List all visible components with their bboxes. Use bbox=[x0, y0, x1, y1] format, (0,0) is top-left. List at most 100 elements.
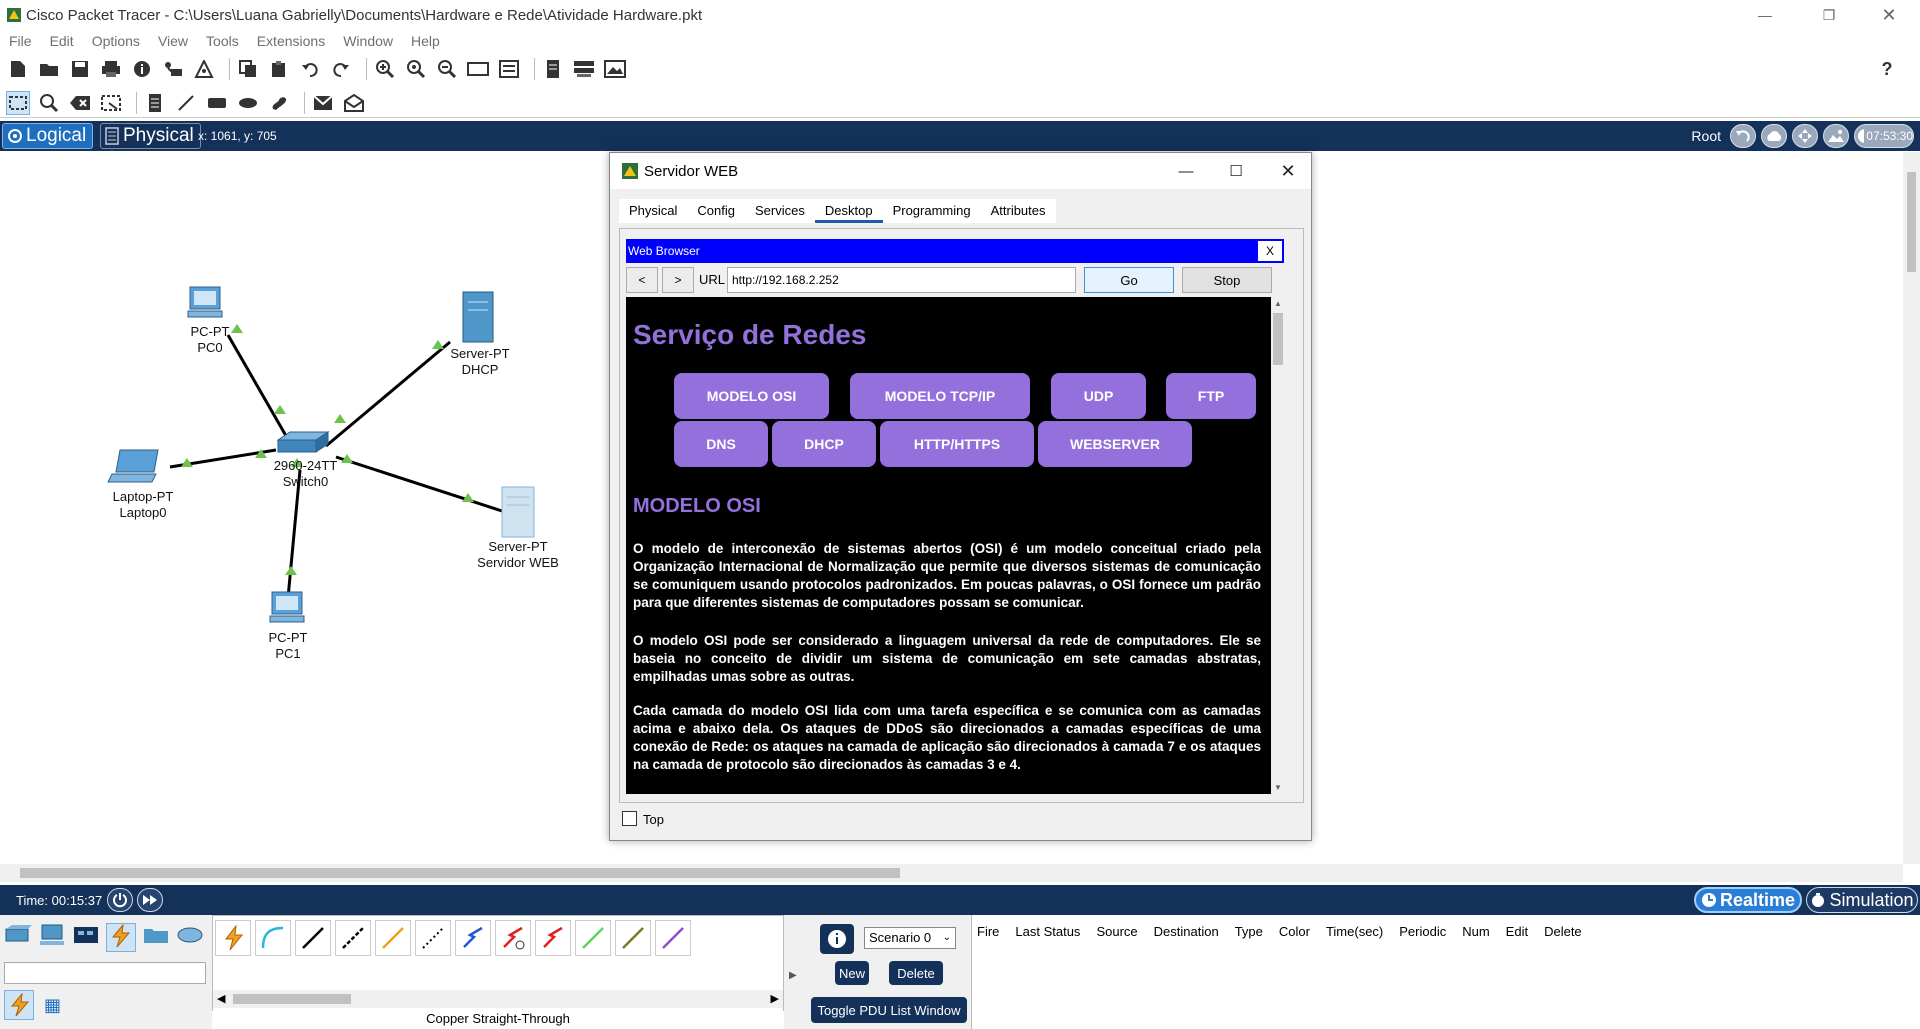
scroll-thumb[interactable] bbox=[20, 868, 900, 878]
menu-view[interactable]: View bbox=[149, 30, 197, 52]
delete-scenario-button[interactable]: Delete bbox=[889, 961, 943, 985]
draw-ellipse-icon[interactable] bbox=[236, 91, 260, 115]
tab-physical-device[interactable]: Physical bbox=[619, 199, 687, 223]
column-header[interactable]: Destination bbox=[1154, 924, 1219, 939]
scroll-thumb[interactable] bbox=[1273, 313, 1283, 365]
fast-forward-icon[interactable] bbox=[137, 888, 163, 912]
copy-icon[interactable] bbox=[236, 57, 260, 81]
new-file-icon[interactable] bbox=[6, 57, 30, 81]
copper-straight-through-icon[interactable] bbox=[295, 920, 331, 956]
menu-file[interactable]: File bbox=[0, 30, 41, 52]
nav-ftp[interactable]: FTP bbox=[1166, 373, 1256, 419]
custom-devices-icon[interactable] bbox=[497, 57, 521, 81]
simulation-mode-button[interactable]: Simulation bbox=[1806, 887, 1918, 913]
miscellaneous-icon[interactable] bbox=[142, 923, 170, 952]
device-manager-icon[interactable] bbox=[572, 57, 596, 81]
undo-icon[interactable] bbox=[298, 57, 322, 81]
column-header[interactable]: Edit bbox=[1506, 924, 1528, 939]
tab-programming[interactable]: Programming bbox=[883, 199, 981, 223]
cluster-icon[interactable] bbox=[1761, 124, 1787, 148]
nav-udp[interactable]: UDP bbox=[1051, 373, 1146, 419]
redo-icon[interactable] bbox=[329, 57, 353, 81]
scenario-select[interactable]: Scenario 0 ⌄ bbox=[864, 927, 956, 949]
column-header[interactable]: Num bbox=[1462, 924, 1489, 939]
back-icon[interactable] bbox=[1730, 124, 1756, 148]
resize-shape-icon[interactable] bbox=[99, 91, 123, 115]
restore-button[interactable]: ❐ bbox=[1806, 0, 1852, 30]
tab-logical[interactable]: Logical bbox=[2, 123, 94, 149]
pc1-label[interactable]: PC-PT PC1 bbox=[258, 630, 318, 662]
scroll-thumb[interactable] bbox=[1907, 172, 1916, 272]
connections-icon[interactable] bbox=[106, 923, 136, 952]
tab-desktop[interactable]: Desktop bbox=[814, 199, 883, 223]
column-header[interactable]: Time(sec) bbox=[1326, 924, 1383, 939]
dialog-maximize-button[interactable]: ☐ bbox=[1214, 156, 1258, 186]
select-tool-icon[interactable] bbox=[6, 90, 30, 115]
paste-icon[interactable] bbox=[267, 57, 291, 81]
scroll-thumb[interactable] bbox=[233, 994, 351, 1004]
toggle-pdu-list-button[interactable]: Toggle PDU List Window bbox=[811, 997, 967, 1023]
menu-help[interactable]: Help bbox=[402, 30, 449, 52]
draw-line-icon[interactable] bbox=[174, 91, 198, 115]
copper-cross-over-icon[interactable] bbox=[335, 920, 371, 956]
close-button[interactable]: ✕ bbox=[1866, 0, 1912, 30]
menu-options[interactable]: Options bbox=[83, 30, 149, 52]
dialog-close-button[interactable]: ✕ bbox=[1266, 156, 1310, 186]
column-header[interactable]: Delete bbox=[1544, 924, 1582, 939]
scroll-right-icon[interactable]: ▶ bbox=[771, 992, 779, 1005]
menu-window[interactable]: Window bbox=[334, 30, 402, 52]
column-header[interactable]: Periodic bbox=[1399, 924, 1446, 939]
tab-attributes[interactable]: Attributes bbox=[981, 199, 1056, 223]
realtime-mode-button[interactable]: Realtime bbox=[1694, 887, 1802, 913]
device-search-field[interactable] bbox=[4, 962, 206, 984]
scroll-up-icon[interactable]: ▲ bbox=[1274, 299, 1282, 308]
connections-subtype-icon[interactable] bbox=[4, 990, 34, 1020]
top-checkbox[interactable] bbox=[622, 811, 637, 826]
tab-physical[interactable]: Physical bbox=[100, 123, 201, 149]
laptop0-label[interactable]: Laptop-PT Laptop0 bbox=[103, 489, 183, 521]
auto-connection-icon[interactable] bbox=[215, 920, 251, 956]
dialog-minimize-button[interactable]: — bbox=[1164, 156, 1208, 186]
move-object-icon[interactable] bbox=[1792, 124, 1818, 148]
column-header[interactable]: Type bbox=[1235, 924, 1263, 939]
switch0-label[interactable]: 2960-24TT Switch0 bbox=[268, 458, 343, 490]
zoom-in-icon[interactable] bbox=[373, 57, 397, 81]
grid-icon[interactable]: ▦ bbox=[44, 995, 61, 1016]
menu-extensions[interactable]: Extensions bbox=[248, 30, 334, 52]
tab-services[interactable]: Services bbox=[745, 199, 815, 223]
scroll-left-icon[interactable]: ◀ bbox=[217, 992, 225, 1005]
help-icon[interactable]: ? bbox=[1875, 57, 1899, 81]
browser-back-button[interactable]: < bbox=[626, 267, 658, 293]
nav-webserver[interactable]: WEBSERVER bbox=[1038, 421, 1192, 467]
workspace-horizontal-scrollbar[interactable] bbox=[0, 864, 1903, 882]
delete-tool-icon[interactable] bbox=[68, 91, 92, 115]
dhcp-label[interactable]: Server-PT DHCP bbox=[445, 346, 515, 378]
network-devices-icon[interactable] bbox=[4, 923, 32, 952]
web-server-label[interactable]: Server-PT Servidor WEB bbox=[468, 539, 568, 571]
zoom-out-icon[interactable] bbox=[435, 57, 459, 81]
activity-wizard-icon[interactable] bbox=[192, 57, 216, 81]
menu-tools[interactable]: Tools bbox=[197, 30, 248, 52]
drawing-palette-icon[interactable] bbox=[466, 57, 490, 81]
print-icon[interactable] bbox=[99, 57, 123, 81]
draw-rectangle-icon[interactable] bbox=[205, 91, 229, 115]
minimize-button[interactable]: — bbox=[1742, 0, 1788, 30]
end-devices-icon[interactable] bbox=[38, 923, 66, 952]
fiber-icon[interactable] bbox=[375, 920, 411, 956]
zoom-reset-icon[interactable] bbox=[404, 57, 428, 81]
usb-cable-icon[interactable] bbox=[655, 920, 691, 956]
pc0-label[interactable]: PC-PT PC0 bbox=[180, 324, 240, 356]
phone-cable-icon[interactable] bbox=[415, 920, 451, 956]
column-header[interactable]: Fire bbox=[977, 924, 999, 939]
nav-modelo-tcp-ip[interactable]: MODELO TCP/IP bbox=[850, 373, 1030, 419]
pdu-info-button[interactable] bbox=[820, 924, 854, 954]
multiuser-icon[interactable] bbox=[176, 923, 204, 952]
inspect-icon[interactable] bbox=[37, 91, 61, 115]
serial-dce-icon[interactable] bbox=[495, 920, 531, 956]
column-header[interactable]: Color bbox=[1279, 924, 1310, 939]
scroll-down-icon[interactable]: ▼ bbox=[1274, 783, 1282, 792]
page-scrollbar[interactable]: ▲ ▼ bbox=[1271, 297, 1285, 794]
web-browser-close-button[interactable]: X bbox=[1256, 239, 1284, 263]
network-info-icon[interactable] bbox=[161, 57, 185, 81]
components-icon[interactable] bbox=[72, 923, 100, 952]
